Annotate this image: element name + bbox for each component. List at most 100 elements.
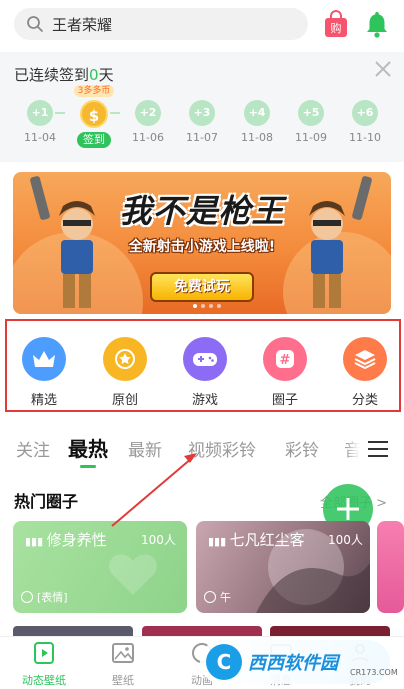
signin-title-prefix: 已连续签到	[14, 66, 90, 84]
card-name: 七凡红尘客	[229, 531, 305, 549]
reward-circle: +1	[27, 100, 53, 126]
tab-hottest[interactable]: 最热	[68, 433, 108, 462]
content-strip	[13, 626, 133, 636]
svg-text:#: #	[280, 353, 291, 368]
signin-day-3: +2 11-06	[128, 100, 168, 144]
category-classify[interactable]: 分类	[335, 337, 395, 408]
reward-circle: +5	[298, 100, 324, 126]
tab-menu-button[interactable]	[360, 434, 396, 464]
signin-day-6: +5 11-09	[291, 100, 331, 144]
banner-subtitle: 全新射击小游戏上线啦!	[128, 239, 276, 255]
bell-icon[interactable]	[366, 10, 388, 38]
day-date: 11-09	[295, 131, 327, 144]
reward-circle: +2	[135, 100, 161, 126]
gamepad-icon	[183, 337, 227, 381]
category-original[interactable]: 原创	[95, 337, 155, 408]
tab-ringtone[interactable]: 彩铃	[285, 436, 319, 461]
card-title: ▮▮▮ 修身养性	[25, 531, 107, 549]
signin-day-7: +6 11-10	[345, 100, 385, 144]
carousel-dot	[201, 304, 205, 308]
signin-title: 已连续签到0天	[14, 64, 114, 85]
carousel-dot	[209, 304, 213, 308]
close-icon[interactable]	[374, 60, 392, 78]
promo-banner[interactable]: 我不是枪王 全新射击小游戏上线啦! 免费试玩	[13, 172, 391, 314]
day-date: 11-04	[24, 131, 56, 144]
tab-video-ringtone[interactable]: 视频彩铃	[188, 436, 256, 461]
category-label: 原创	[111, 393, 138, 408]
nav-label: 壁纸	[112, 674, 134, 687]
medal-icon	[103, 337, 147, 381]
signin-day-4: +3 11-07	[182, 100, 222, 144]
signin-days-count: 0	[89, 66, 99, 84]
signin-title-suffix: 天	[98, 66, 114, 84]
nav-wallpaper[interactable]: 壁纸	[93, 641, 153, 688]
hashtag-icon: #	[263, 337, 307, 381]
comment-icon	[21, 591, 33, 603]
watermark-url: CR173.COM	[350, 668, 398, 677]
signin-day-5: +4 11-08	[237, 100, 277, 144]
play-icon	[34, 642, 54, 664]
signin-panel: 已连续签到0天 +1 11-04 3多多币 $ 签到 +2 11-06 +3 1…	[0, 52, 404, 162]
category-circles[interactable]: # 圈子	[255, 337, 315, 408]
comment-icon	[204, 591, 216, 603]
content-strip	[142, 626, 262, 636]
banner-headline: 我不是枪王	[119, 192, 285, 230]
active-tab-indicator	[80, 465, 96, 468]
tab-music[interactable]: 音	[344, 436, 361, 461]
category-featured[interactable]: 精选	[14, 337, 74, 408]
member-count: 100人	[141, 533, 176, 547]
crown-icon	[22, 337, 66, 381]
card-title: ▮▮▮ 七凡红尘客	[208, 531, 305, 549]
search-bar[interactable]: 王者荣耀	[14, 8, 308, 40]
reward-circle: +3	[189, 100, 215, 126]
card-footer-text: 午	[220, 591, 231, 604]
free-trial-button[interactable]: 免费试玩	[150, 272, 254, 302]
card-footer: 午	[204, 589, 231, 605]
category-label: 精选	[30, 393, 57, 408]
nav-label: 动态壁纸	[22, 674, 66, 687]
carousel-dots	[193, 304, 221, 308]
site-watermark: C 西西软件园 CR173.COM	[200, 640, 398, 684]
card-name: 修身养性	[46, 531, 107, 549]
image-icon	[112, 643, 134, 663]
content-strip	[270, 626, 390, 636]
circle-card[interactable]: ▮▮▮ 七凡红尘客 100人 午	[196, 521, 370, 613]
card-footer-text: [表情]	[37, 591, 68, 604]
search-input[interactable]: 王者荣耀	[52, 14, 112, 35]
shop-badge: 购	[331, 21, 342, 35]
reward-circle: +4	[244, 100, 270, 126]
shopping-bag-icon[interactable]: 购	[324, 10, 348, 38]
member-count: 100人	[328, 533, 363, 547]
category-row-highlight: 精选 原创 游戏 # 圈子 分类	[5, 319, 401, 412]
circle-card[interactable]: ▮▮▮ 修身养性 100人 [表情]	[13, 521, 187, 613]
carousel-dot	[193, 304, 197, 308]
search-icon	[27, 16, 43, 32]
coin-icon: $	[80, 100, 108, 128]
watermark-logo: C	[206, 644, 242, 680]
reward-circle: +6	[352, 100, 378, 126]
menu-icon	[368, 441, 388, 457]
content-tabs: 关注 最热 最新 视频彩铃 彩铃 音	[0, 428, 404, 468]
tab-follow[interactable]: 关注	[16, 436, 50, 461]
carousel-dot	[217, 304, 221, 308]
signin-day-1: +1 11-04	[20, 100, 60, 144]
category-games[interactable]: 游戏	[175, 337, 235, 408]
tab-latest[interactable]: 最新	[128, 436, 162, 461]
category-label: 游戏	[191, 393, 218, 408]
category-label: 圈子	[271, 393, 298, 408]
circle-card-partial[interactable]	[377, 521, 404, 613]
layers-icon	[343, 337, 387, 381]
coin-reward-tag: 3多多币	[74, 85, 114, 97]
card-footer: [表情]	[21, 589, 68, 605]
day-date: 11-10	[349, 131, 381, 144]
watermark-text: 西西软件园	[248, 653, 338, 674]
signin-button[interactable]: 签到	[77, 132, 111, 148]
nav-live-wallpaper[interactable]: 动态壁纸	[14, 641, 74, 688]
day-date: 11-07	[186, 131, 218, 144]
section-title: 热门圈子	[14, 492, 79, 511]
day-date: 11-06	[132, 131, 164, 144]
category-label: 分类	[351, 393, 378, 408]
plus-icon	[337, 498, 359, 520]
signin-day-today[interactable]: 3多多币 $ 签到	[74, 85, 114, 148]
day-date: 11-08	[241, 131, 273, 144]
